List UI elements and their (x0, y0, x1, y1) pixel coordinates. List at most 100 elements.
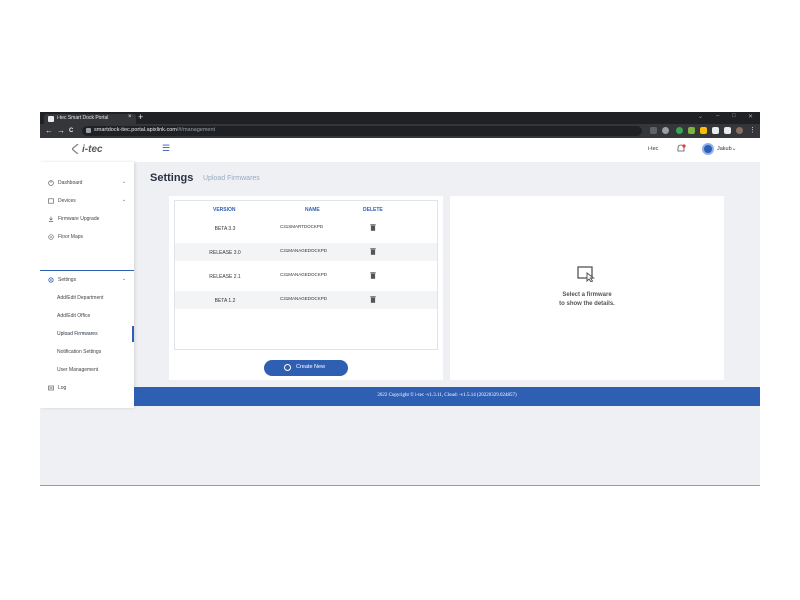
name-cell: C31MANAGEDOCKPD (280, 296, 328, 301)
plus-circle-icon (284, 364, 291, 371)
sidebar-item-devices[interactable]: Devices ⌄ (40, 193, 134, 209)
app: i-tec ☰ i-tec Jakub⌄ Dashboard ⌄ Devices… (40, 138, 760, 485)
copyright-text: 2022 Copyright © i-tec -v1.3.11, Cloud: … (377, 393, 517, 398)
chevron-down-icon: ⌄ (731, 146, 737, 152)
table-row[interactable]: BETA 1.2 C31MANAGEDOCKPD (175, 291, 437, 309)
lock-icon (86, 128, 91, 133)
gear-icon (48, 277, 54, 283)
sidebar-item-label: Upload Firmwares (57, 331, 98, 337)
devices-icon (48, 198, 54, 204)
version-cell: RELEASE 2.1 (209, 274, 241, 280)
new-tab-button[interactable]: + (138, 112, 143, 123)
puzzle-icon[interactable] (712, 127, 719, 134)
sidebar-divider (40, 270, 134, 271)
map-pin-icon (48, 234, 54, 240)
version-cell: BETA 1.2 (214, 298, 236, 304)
sidebar-subitem-add-edit-office[interactable]: Add/Edit Office (40, 308, 134, 324)
browser-toolbar: ← → C smartdock-itec.portal.apixlink.com… (40, 124, 760, 138)
minimize-icon[interactable]: – (716, 113, 719, 119)
column-header-delete: DELETE (363, 207, 383, 213)
tab-title: i-tec Smart Dock Portal (57, 115, 109, 121)
table-row[interactable]: RELEASE 3.0 C31MANAGEDOCKPD (175, 243, 437, 261)
trash-icon[interactable] (370, 224, 376, 231)
trash-icon[interactable] (370, 272, 376, 279)
avatar[interactable] (702, 143, 714, 155)
sidebar-item-dashboard[interactable]: Dashboard ⌄ (40, 175, 134, 191)
chevron-down-icon: ⌄ (122, 179, 127, 185)
browser-window: i-tec Smart Dock Portal × + ⌄ – □ ✕ ← → … (40, 112, 760, 486)
create-new-button[interactable]: Create New (264, 360, 348, 376)
trash-icon[interactable] (370, 296, 376, 303)
chevron-down-icon[interactable]: ⌄ (698, 113, 703, 120)
forward-button[interactable]: → (57, 126, 65, 136)
maximize-icon[interactable]: □ (732, 113, 736, 119)
table-row[interactable]: RELEASE 2.1 C31MANAGEDOCKPD (175, 267, 437, 285)
back-button[interactable]: ← (45, 126, 53, 136)
trash-icon[interactable] (370, 248, 376, 255)
logo-mark-icon (72, 144, 79, 154)
chevron-up-icon: ⌄ (122, 276, 127, 282)
tab-close-icon[interactable]: × (128, 114, 132, 120)
sidebar-item-label: Add/Edit Office (57, 313, 91, 319)
sidebar-item-label: Settings (58, 277, 77, 283)
favicon-icon (48, 116, 54, 122)
sidebar-subitem-user-management[interactable]: User Management (40, 362, 134, 378)
sidebar-subitem-notification-settings[interactable]: Notification Settings (40, 344, 134, 360)
user-name: Jakub (717, 146, 732, 152)
log-icon (48, 385, 54, 391)
browser-tab[interactable]: i-tec Smart Dock Portal × (44, 114, 136, 124)
extension-icon[interactable] (688, 127, 695, 134)
sidebar-subitem-add-edit-department[interactable]: Add/Edit Department (40, 290, 134, 306)
sidepanel-icon[interactable] (724, 127, 731, 134)
menu-toggle-icon[interactable]: ☰ (162, 143, 170, 154)
active-indicator (132, 326, 134, 342)
sidebar-subitem-upload-firmwares[interactable]: Upload Firmwares (40, 326, 134, 342)
url-host: smartdock-itec.portal.apixlink.com (94, 127, 177, 133)
details-placeholder-line2: to show the details. (559, 301, 615, 307)
profile-icon[interactable] (736, 127, 743, 134)
reload-button[interactable]: C (69, 126, 73, 136)
firmware-list-panel: VERSION NAME DELETE BETA 3.3 C31SMARTDOC… (169, 196, 443, 380)
sidebar-item-label: Notification Settings (57, 349, 102, 355)
name-cell: C31SMARTDOCKPD (280, 224, 324, 229)
name-cell: C31MANAGEDOCKPD (280, 248, 328, 253)
sidebar-item-label: Add/Edit Department (57, 295, 104, 301)
column-header-version: VERSION (213, 207, 236, 213)
bell-icon[interactable] (676, 144, 686, 154)
firmware-table: VERSION NAME DELETE BETA 3.3 C31SMARTDOC… (174, 200, 438, 350)
create-new-label: Create New (296, 364, 326, 370)
firmware-icon (48, 216, 54, 222)
name-cell: C31MANAGEDOCKPD (280, 272, 328, 277)
user-menu[interactable]: Jakub⌄ (717, 146, 736, 152)
close-window-icon[interactable]: ✕ (748, 113, 753, 120)
chevron-down-icon: ⌄ (122, 197, 127, 203)
app-header: i-tec ☰ i-tec Jakub⌄ (40, 138, 760, 162)
address-bar[interactable]: smartdock-itec.portal.apixlink.com/#/man… (82, 126, 642, 136)
sidebar-item-log[interactable]: Log (40, 380, 134, 396)
version-cell: BETA 3.3 (214, 226, 236, 232)
company-name: i-tec (648, 146, 659, 152)
sidebar: Dashboard ⌄ Devices ⌄ Firmware Upgrade F… (40, 162, 134, 408)
table-row[interactable]: BETA 3.3 C31SMARTDOCKPD (175, 219, 437, 237)
share-icon[interactable] (650, 127, 657, 134)
sidebar-item-label: Devices (58, 198, 76, 204)
star-icon[interactable] (662, 127, 669, 134)
url-path: /#/management (176, 127, 216, 133)
sidebar-item-label: Dashboard (58, 180, 83, 186)
extension-icon[interactable] (700, 127, 707, 134)
sidebar-item-label: Floor Maps (58, 234, 84, 240)
sidebar-item-floor-maps[interactable]: Floor Maps (40, 229, 134, 245)
dashboard-icon (48, 180, 54, 186)
sidebar-item-settings[interactable]: Settings ⌄ (40, 272, 134, 288)
browser-tab-bar: i-tec Smart Dock Portal × + ⌄ – □ ✕ (40, 112, 760, 124)
kebab-menu-icon[interactable]: ⋮ (749, 126, 756, 136)
sidebar-item-firmware-upgrade[interactable]: Firmware Upgrade (40, 211, 134, 227)
page-title: Settings (150, 172, 194, 184)
extension-icon[interactable] (676, 127, 683, 134)
sidebar-item-label: Firmware Upgrade (58, 216, 100, 222)
details-placeholder-line1: Select a firmware (562, 292, 612, 298)
version-cell: RELEASE 3.0 (209, 250, 241, 256)
select-cursor-icon (577, 266, 595, 282)
page-subtitle: Upload Firmwares (203, 175, 260, 182)
firmware-details-panel: Select a firmware to show the details. (450, 196, 724, 380)
